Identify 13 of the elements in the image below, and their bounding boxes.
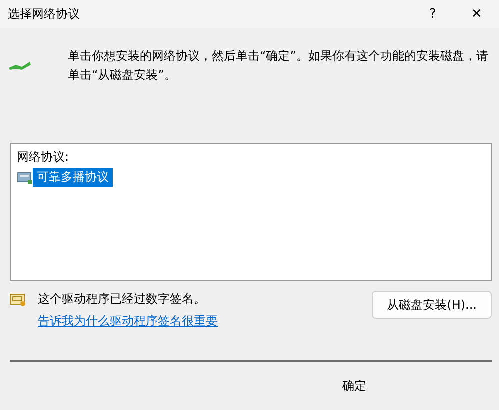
ok-button[interactable]: 确定 — [336, 374, 372, 399]
instruction-text: 单击你想安装的网络协议，然后单击“确定”。如果你有这个功能的安装磁盘，请单击“从磁盘安装”。 — [68, 48, 489, 84]
help-button[interactable]: ? — [411, 0, 455, 28]
certificate-icon — [10, 293, 26, 307]
signature-link[interactable]: 告诉我为什么驱动程序签名很重要 — [38, 314, 218, 328]
list-label: 网络协议: — [17, 149, 70, 166]
protocol-item[interactable]: 可靠多播协议 — [33, 168, 113, 187]
network-cable-icon — [8, 59, 32, 73]
protocol-icon — [17, 170, 33, 184]
signature-text: 这个驱动程序已经过数字签名。 — [38, 291, 207, 308]
have-disk-button[interactable]: 从磁盘安装(H)... — [372, 291, 492, 319]
window-title: 选择网络协议 — [8, 6, 81, 22]
close-button[interactable]: ✕ — [455, 0, 499, 28]
